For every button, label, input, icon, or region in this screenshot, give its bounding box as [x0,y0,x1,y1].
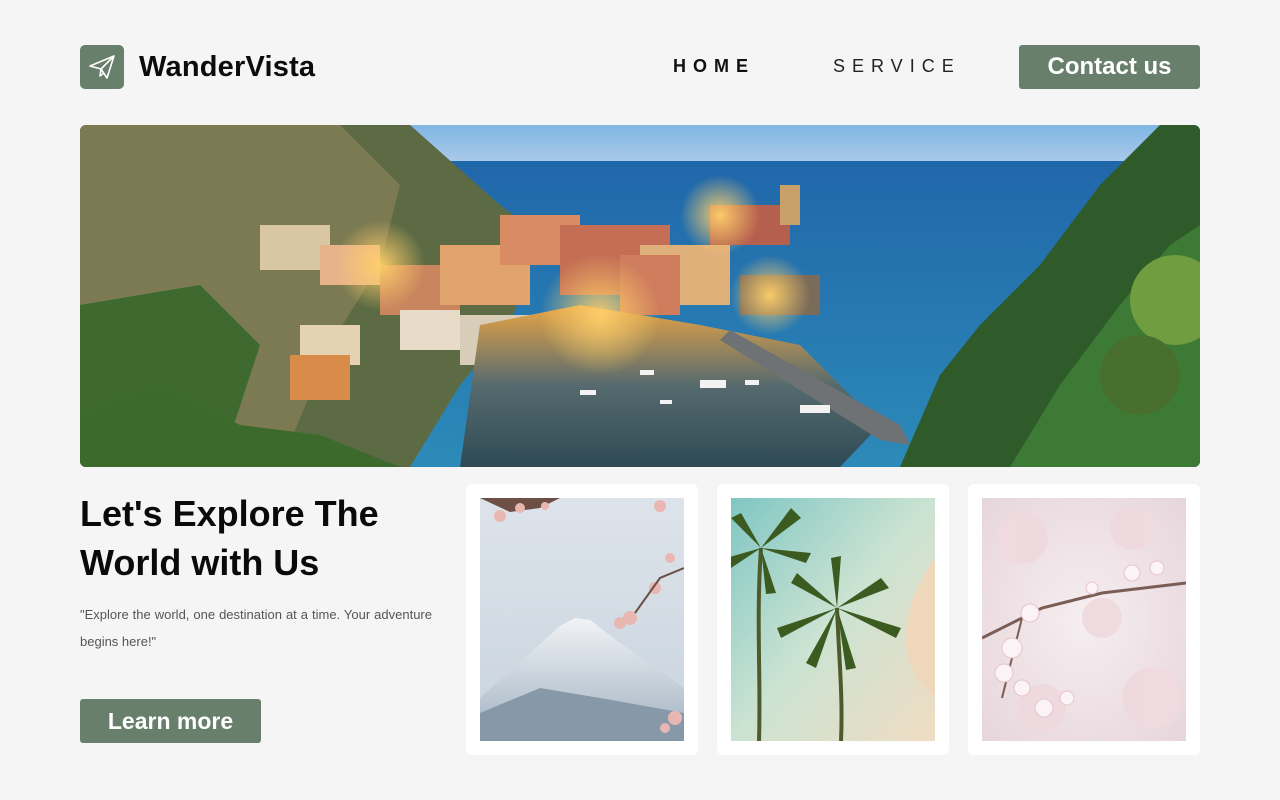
palm-trees-beach-image [731,498,935,741]
paper-plane-icon [80,45,124,89]
nav-service[interactable]: SERVICE [833,56,961,77]
headline-line-2: World with Us [80,542,320,583]
brand-name: WanderVista [139,50,316,83]
cherry-blossom-branch-image [982,498,1186,741]
gallery-card-blossom[interactable] [968,484,1200,755]
hero-image [80,125,1200,467]
mount-fuji-cherry-blossom-image [480,498,684,741]
headline-line-1: Let's Explore The [80,493,379,534]
learn-more-button[interactable]: Learn more [80,699,261,743]
site-header: WanderVista HOME SERVICE Contact us [80,45,1200,89]
tagline: "Explore the world, one destination at a… [80,607,432,649]
gallery-card-fuji[interactable] [466,484,698,755]
page-title: Let's Explore The World with Us [80,489,460,587]
contact-button[interactable]: Contact us [1019,45,1200,89]
gallery-card-palms[interactable] [717,484,949,755]
nav-home[interactable]: HOME [673,56,755,77]
logo[interactable]: WanderVista [80,45,315,89]
